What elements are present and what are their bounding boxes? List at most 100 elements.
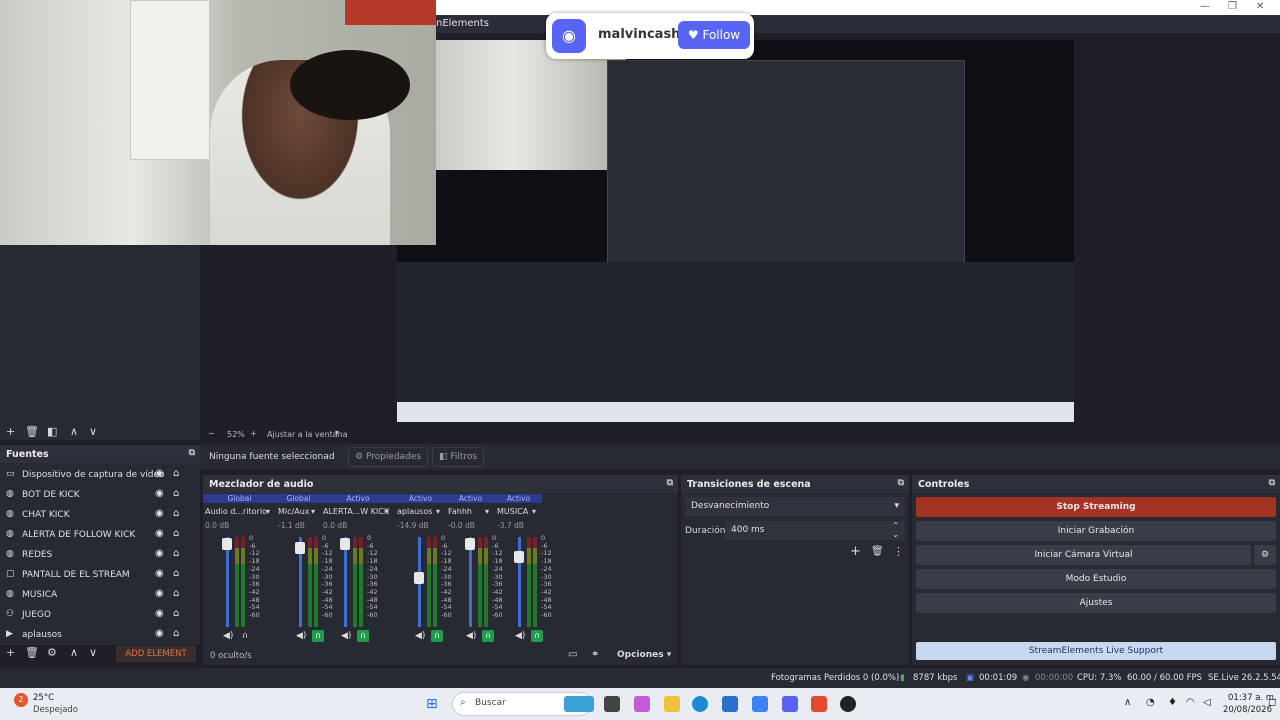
clock-date[interactable]: 20/08/2026 xyxy=(1223,705,1272,715)
speaker-icon[interactable]: ◀) xyxy=(223,631,233,641)
speaker-icon[interactable]: ◀) xyxy=(296,631,306,641)
remove-source-icon[interactable]: 🗑 xyxy=(25,646,39,659)
obs-taskbar-icon[interactable] xyxy=(840,696,856,712)
source-item[interactable]: ◍ CHAT KICK ◉ ⌂ xyxy=(0,505,190,525)
lock-icon[interactable]: ⌂ xyxy=(173,508,179,519)
monitor-headphones-icon[interactable]: ∩ xyxy=(357,630,369,642)
fader-knob[interactable] xyxy=(414,571,424,584)
channel-menu-icon[interactable]: ▾ xyxy=(485,507,489,516)
add-source-icon[interactable]: + xyxy=(6,646,15,659)
undock-icon[interactable]: ⧉ xyxy=(189,448,195,458)
copilot-icon[interactable] xyxy=(634,696,650,712)
transition-menu-icon[interactable]: ⋮ xyxy=(893,545,904,558)
speaker-icon[interactable]: ◀) xyxy=(466,631,476,641)
fader-knob[interactable] xyxy=(340,538,350,551)
notification-icon[interactable]: ◻ xyxy=(1268,697,1276,708)
speaker-icon[interactable]: ◀) xyxy=(515,631,525,641)
lock-icon[interactable]: ⌂ xyxy=(173,608,179,619)
wifi-icon[interactable]: ◠ xyxy=(1186,697,1195,708)
channel-menu-icon[interactable]: ▾ xyxy=(311,507,315,516)
duration-input[interactable]: 400 ms ⌃ ⌄ xyxy=(725,521,905,540)
source-up-icon[interactable]: ∧ xyxy=(70,646,78,659)
news-widget-icon[interactable] xyxy=(564,696,594,712)
channel-menu-icon[interactable]: ▾ xyxy=(266,507,270,516)
visibility-eye-icon[interactable]: ◉ xyxy=(155,468,164,479)
lock-icon[interactable]: ⌂ xyxy=(173,468,179,479)
zoom-in-icon[interactable]: + xyxy=(250,429,257,438)
visibility-eye-icon[interactable]: ◉ xyxy=(155,548,164,559)
visibility-eye-icon[interactable]: ◉ xyxy=(155,568,164,579)
visibility-eye-icon[interactable]: ◉ xyxy=(155,628,164,639)
visibility-eye-icon[interactable]: ◉ xyxy=(155,588,164,599)
lock-icon[interactable]: ⌂ xyxy=(173,568,179,579)
remove-scene-icon[interactable]: 🗑 xyxy=(25,425,39,438)
visibility-eye-icon[interactable]: ◉ xyxy=(155,528,164,539)
undock-icon[interactable]: ⧉ xyxy=(667,478,673,488)
tray-app-icon[interactable]: ◔ xyxy=(1146,697,1155,708)
virtual-camera-button[interactable]: Iniciar Cámara Virtual xyxy=(916,545,1251,565)
volume-fader[interactable] xyxy=(344,537,347,627)
monitor-headphones-icon[interactable]: ∩ xyxy=(482,630,494,642)
filters-button[interactable]: ◧ Filtros xyxy=(432,447,485,467)
zoom-out-icon[interactable]: − xyxy=(208,429,215,438)
channel-menu-icon[interactable]: ▾ xyxy=(532,507,536,516)
stepper-up-icon[interactable]: ⌃ xyxy=(892,521,899,530)
fader-knob[interactable] xyxy=(295,541,305,554)
studio-mode-button[interactable]: Modo Estudio xyxy=(916,569,1276,589)
lock-icon[interactable]: ⌂ xyxy=(173,528,179,539)
move-up-icon[interactable]: ∧ xyxy=(70,425,78,438)
fader-knob[interactable] xyxy=(222,538,232,551)
outlook-icon[interactable] xyxy=(752,696,768,712)
fader-knob[interactable] xyxy=(514,550,524,563)
maximize-icon[interactable]: ❐ xyxy=(1228,1,1237,12)
speaker-icon[interactable]: ◀) xyxy=(341,631,351,641)
remove-transition-icon[interactable]: 🗑 xyxy=(871,546,884,557)
mic-icon[interactable]: ♦ xyxy=(1168,697,1177,708)
minimize-icon[interactable]: — xyxy=(1200,1,1210,12)
lock-icon[interactable]: ⌂ xyxy=(173,548,179,559)
windows-start-icon[interactable]: ⊞ xyxy=(426,696,438,712)
source-item[interactable]: ◍ BOT DE KICK ◉ ⌂ xyxy=(0,485,190,505)
speaker-icon[interactable]: ◀) xyxy=(415,631,425,641)
store-icon[interactable] xyxy=(722,696,738,712)
monitor-headphones-icon[interactable]: ∩ xyxy=(239,630,251,642)
fader-knob[interactable] xyxy=(465,538,475,551)
start-recording-button[interactable]: Iniciar Grabación xyxy=(916,521,1276,541)
mixer-layout-icon[interactable]: ▭ xyxy=(568,649,577,660)
source-item[interactable]: ▶ aplausos ◉ ⌂ xyxy=(0,625,190,645)
volume-fader[interactable] xyxy=(469,537,472,627)
add-element-button[interactable]: ADD ELEMENT xyxy=(116,646,196,662)
source-item[interactable]: ◍ REDES ◉ ⌂ xyxy=(0,545,190,565)
volume-icon[interactable]: ◁ xyxy=(1203,697,1211,708)
scene-filters-icon[interactable]: ◧ xyxy=(47,425,57,438)
monitor-headphones-icon[interactable]: ∩ xyxy=(431,630,443,642)
add-scene-icon[interactable]: + xyxy=(6,425,15,438)
preview-canvas[interactable] xyxy=(397,40,1074,422)
brave-icon[interactable] xyxy=(811,696,827,712)
visibility-eye-icon[interactable]: ◉ xyxy=(155,608,164,619)
lock-icon[interactable]: ⌂ xyxy=(173,488,179,499)
live-support-button[interactable]: StreamElements Live Support xyxy=(916,642,1276,660)
properties-button[interactable]: ⚙ Propiedades xyxy=(348,447,429,467)
source-item[interactable]: ◍ ALERTA DE FOLLOW KICK ◉ ⌂ xyxy=(0,525,190,545)
mixer-link-icon[interactable]: ⚭ xyxy=(591,649,599,660)
virtual-camera-settings[interactable]: ⚙ xyxy=(1254,545,1276,565)
undock-icon[interactable]: ⧉ xyxy=(898,478,904,488)
visibility-eye-icon[interactable]: ◉ xyxy=(155,488,164,499)
source-down-icon[interactable]: ∨ xyxy=(89,646,97,659)
close-icon[interactable]: ✕ xyxy=(1256,1,1264,12)
undock-icon[interactable]: ⧉ xyxy=(1269,478,1275,488)
edge-icon[interactable] xyxy=(692,696,708,712)
monitor-headphones-icon[interactable]: ∩ xyxy=(531,630,543,642)
source-settings-icon[interactable]: ⚙ xyxy=(47,646,57,659)
channel-menu-icon[interactable]: ▾ xyxy=(385,507,389,516)
task-view-icon[interactable] xyxy=(604,696,620,712)
transition-select[interactable]: Desvanecimiento ▾ xyxy=(685,497,905,516)
file-explorer-icon[interactable] xyxy=(664,696,680,712)
chevron-down-icon[interactable]: ▾ xyxy=(335,428,339,437)
source-item[interactable]: ▢ PANTALL DE EL STREAM ◉ ⌂ xyxy=(0,565,190,585)
lock-icon[interactable]: ⌂ xyxy=(173,588,179,599)
mixer-options-button[interactable]: Opciones ▾ xyxy=(617,650,671,660)
source-item[interactable]: ⚇ JUEGO ◉ ⌂ xyxy=(0,605,190,625)
stop-streaming-button[interactable]: Stop Streaming xyxy=(916,497,1276,517)
